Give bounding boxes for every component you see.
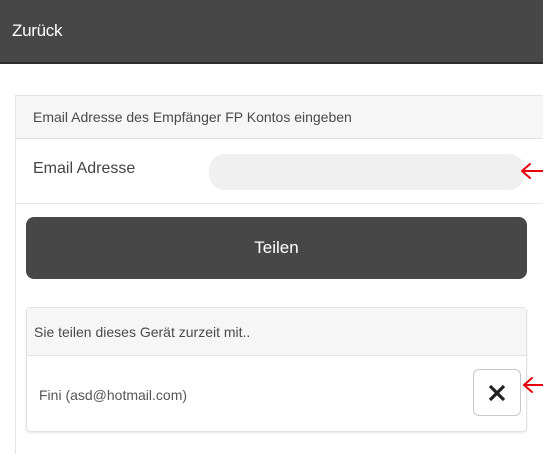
shared-with-header: Sie teilen dieses Gerät zurzeit mit.. <box>27 308 526 356</box>
shared-with-card: Sie teilen dieses Gerät zurzeit mit.. Fi… <box>26 307 527 432</box>
top-bar: Zurück <box>0 0 543 64</box>
close-x-icon <box>488 384 506 401</box>
share-panel-header: Email Adresse des Empfänger FP Kontos ei… <box>16 96 543 139</box>
share-button[interactable]: Teilen <box>26 217 527 279</box>
annotation-arrow-icon <box>523 377 543 393</box>
remove-share-button[interactable] <box>473 369 521 416</box>
email-label: Email Adresse <box>33 160 136 177</box>
back-link[interactable]: Zurück <box>0 21 62 41</box>
shared-user-label: Fini (asd@hotmail.com) <box>39 387 188 403</box>
email-row: Email Adresse <box>16 139 543 204</box>
annotation-arrow-icon <box>521 163 543 179</box>
email-input[interactable] <box>209 154 525 190</box>
share-panel: Email Adresse des Empfänger FP Kontos ei… <box>15 95 543 454</box>
shared-user-item: Fini (asd@hotmail.com) <box>27 356 526 431</box>
